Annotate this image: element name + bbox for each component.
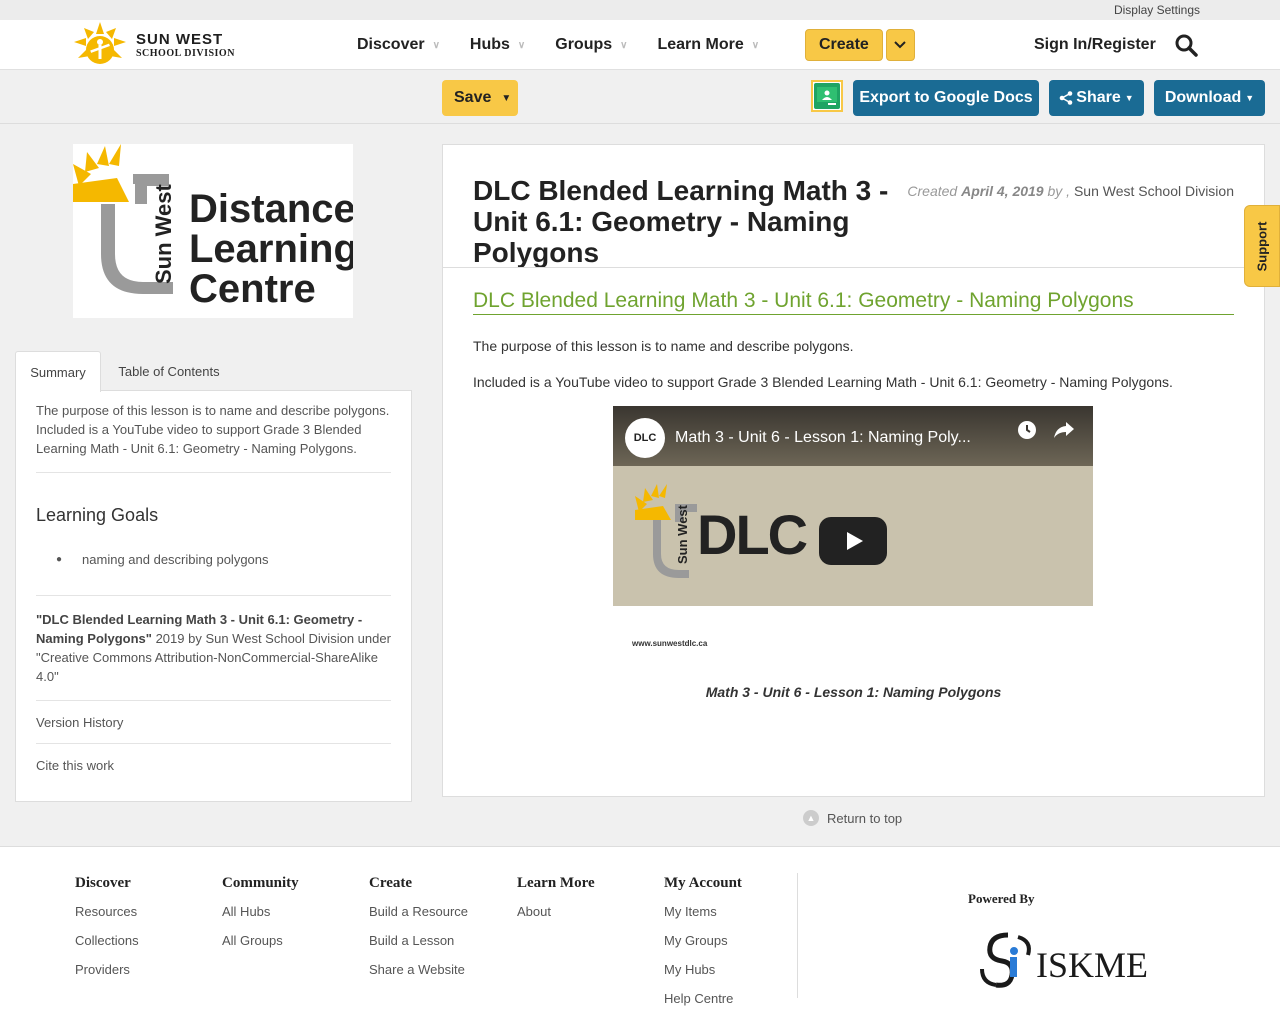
footer-link[interactable]: Resources xyxy=(75,902,139,931)
caret-down-icon: ▼ xyxy=(1245,93,1255,103)
channel-avatar[interactable]: DLC xyxy=(625,418,665,458)
learning-goals-title: Learning Goals xyxy=(36,505,159,525)
utility-bar: Display Settings xyxy=(0,0,1280,20)
create-group: Create xyxy=(805,29,915,61)
nav-hubs[interactable]: Hubs ∨ xyxy=(470,36,525,54)
iskme-logo[interactable]: ISKME xyxy=(978,929,1150,991)
brand-line2: SCHOOL DIVISION xyxy=(136,47,235,59)
summary-description: The purpose of this lesson is to name an… xyxy=(36,401,391,473)
footer-col-my-account: My Account My Items My Groups My Hubs He… xyxy=(664,875,742,1018)
classroom-icon xyxy=(814,83,840,109)
chevron-down-icon: ∨ xyxy=(517,39,526,51)
footer-link[interactable]: Build a Resource xyxy=(369,902,468,931)
share-button[interactable]: Share ▼ xyxy=(1049,80,1144,116)
brand-line1: SUN WEST xyxy=(136,30,224,48)
video-url-text: www.sunwestdlc.ca xyxy=(632,639,708,648)
footer-col-discover: Discover Resources Collections Providers xyxy=(75,875,139,989)
video-share-icon[interactable] xyxy=(1053,420,1075,440)
display-settings-link[interactable]: Display Settings xyxy=(1114,3,1200,17)
footer-link[interactable]: Help Centre xyxy=(664,989,742,1018)
video-header: DLC Math 3 - Unit 6 - Lesson 1: Naming P… xyxy=(613,406,1093,466)
nav-links: Discover ∨ Hubs ∨ Groups ∨ Learn More ∨ xyxy=(357,20,789,70)
footer-col-learn-more: Learn More About xyxy=(517,875,595,931)
sun-logo-icon xyxy=(74,22,126,64)
nav-discover[interactable]: Discover ∨ xyxy=(357,36,440,54)
footer-col-create: Create Build a Resource Build a Lesson S… xyxy=(369,875,468,989)
footer-link[interactable]: My Groups xyxy=(664,931,742,960)
version-history-link[interactable]: Version History xyxy=(36,701,391,744)
export-google-docs-button[interactable]: Export to Google Docs xyxy=(853,80,1039,116)
nav-learn-more[interactable]: Learn More ∨ xyxy=(657,36,759,54)
section-title: DLC Blended Learning Math 3 - Unit 6.1: … xyxy=(473,289,1234,315)
chevron-down-icon xyxy=(894,41,907,49)
page-title: DLC Blended Learning Math 3 - Unit 6.1: … xyxy=(473,175,889,268)
dlc-logo-line2: Learning xyxy=(189,227,353,271)
share-icon xyxy=(1059,91,1073,105)
chevron-up-icon: ▲ xyxy=(803,810,819,826)
footer-divider xyxy=(797,873,798,998)
google-classroom-icon[interactable] xyxy=(811,80,843,112)
bullet-icon: ● xyxy=(56,554,63,565)
summary-panel: The purpose of this lesson is to name an… xyxy=(15,390,412,802)
youtube-video-embed[interactable]: Sun West DLC DLC Math 3 - Unit 6 - Lesso… xyxy=(613,406,1093,606)
dlc-logo-vertical-text: Sun West xyxy=(151,183,176,284)
content-paragraph: Included is a YouTube video to support G… xyxy=(473,374,1173,390)
dlc-logo-image: Sun West Distance Learning Centre xyxy=(73,144,358,318)
resource-toolbar: Save ▼ Export to Google Docs Share ▼ Dow… xyxy=(0,70,1280,124)
save-button[interactable]: Save ▼ xyxy=(442,80,518,116)
play-button[interactable] xyxy=(819,517,887,565)
footer-link[interactable]: All Hubs xyxy=(222,902,299,931)
video-title[interactable]: Math 3 - Unit 6 - Lesson 1: Naming Poly.… xyxy=(675,429,971,447)
chevron-down-icon: ∨ xyxy=(620,39,628,51)
footer-link[interactable]: Share a Website xyxy=(369,960,468,989)
play-icon xyxy=(847,532,863,550)
svg-text:Sun West: Sun West xyxy=(675,504,690,564)
footer-link[interactable]: My Items xyxy=(664,902,742,931)
caret-down-icon: ▼ xyxy=(1124,93,1134,103)
content-paragraph: The purpose of this lesson is to name an… xyxy=(473,338,854,354)
sidebar-tabs: Summary Table of Contents xyxy=(15,351,412,392)
tab-summary[interactable]: Summary xyxy=(15,351,101,392)
content-card: DLC Blended Learning Math 3 - Unit 6.1: … xyxy=(442,144,1265,797)
footer-link[interactable]: All Groups xyxy=(222,931,299,960)
nav-groups[interactable]: Groups ∨ xyxy=(555,36,627,54)
chevron-down-icon: ∨ xyxy=(432,39,440,51)
footer-link[interactable]: My Hubs xyxy=(664,960,742,989)
signin-link[interactable]: Sign In/Register xyxy=(1034,36,1156,54)
search-icon[interactable] xyxy=(1174,33,1198,57)
support-tab[interactable]: Support xyxy=(1244,205,1280,287)
return-to-top-link[interactable]: ▲ Return to top xyxy=(803,810,902,826)
svg-text:ISKME: ISKME xyxy=(1036,945,1148,985)
download-button[interactable]: Download ▼ xyxy=(1154,80,1265,116)
list-item: ● naming and describing polygons xyxy=(56,552,269,567)
watch-later-icon[interactable] xyxy=(1017,420,1037,440)
chevron-down-icon: ∨ xyxy=(751,39,760,51)
main-nav: SUN WEST SCHOOL DIVISION Discover ∨ Hubs… xyxy=(0,20,1280,70)
created-meta: Created April 4, 2019 by , Sun West Scho… xyxy=(907,183,1234,199)
caret-down-icon: ▼ xyxy=(501,92,512,104)
video-caption: Math 3 - Unit 6 - Lesson 1: Naming Polyg… xyxy=(705,684,1002,700)
video-dlc-text: DLC xyxy=(697,503,808,566)
create-dropdown-button[interactable] xyxy=(885,29,915,61)
dlc-logo-graphic: Sun West Distance Learning Centre xyxy=(73,144,358,311)
site-logo[interactable]: SUN WEST SCHOOL DIVISION xyxy=(70,20,235,70)
footer: Discover Resources Collections Providers… xyxy=(0,846,1280,1024)
footer-link[interactable]: Providers xyxy=(75,960,139,989)
create-button[interactable]: Create xyxy=(805,29,883,61)
divider xyxy=(443,267,1264,268)
powered-by-label: Powered By xyxy=(968,891,1035,906)
dlc-logo-line3: Centre xyxy=(189,267,316,311)
footer-link[interactable]: Collections xyxy=(75,931,139,960)
tab-table-of-contents[interactable]: Table of Contents xyxy=(109,351,229,391)
iskme-mark-icon xyxy=(980,932,1031,988)
learning-goals-list: ● naming and describing polygons xyxy=(36,552,391,596)
footer-col-community: Community All Hubs All Groups xyxy=(222,875,299,960)
dlc-logo-line1: Distance xyxy=(189,187,353,231)
footer-link[interactable]: Build a Lesson xyxy=(369,931,468,960)
license-attribution: "DLC Blended Learning Math 3 - Unit 6.1:… xyxy=(36,610,391,701)
footer-link[interactable]: About xyxy=(517,902,595,931)
author-link[interactable]: Sun West School Division xyxy=(1074,183,1234,199)
cite-work-link[interactable]: Cite this work xyxy=(36,744,391,786)
